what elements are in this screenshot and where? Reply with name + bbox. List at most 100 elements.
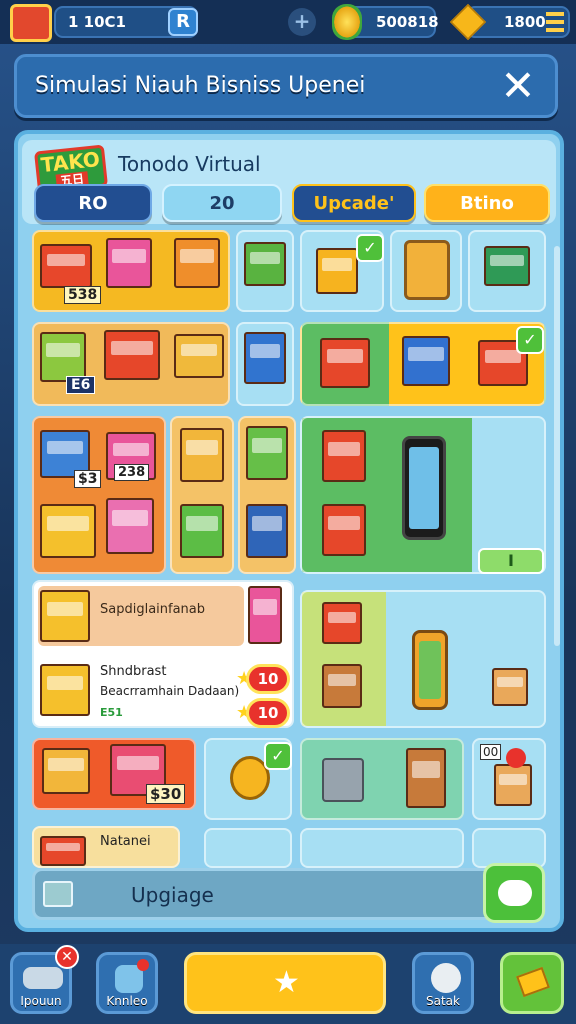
- price-label: $3: [74, 470, 102, 488]
- product-box-icon: [40, 664, 90, 716]
- cost-badge: 10: [246, 664, 290, 694]
- product-box-icon: [322, 602, 362, 644]
- menu-chest-icon[interactable]: [10, 4, 52, 42]
- shop-item-10[interactable]: [170, 416, 234, 574]
- tab-ro[interactable]: RO: [34, 184, 152, 222]
- shop-item-13[interactable]: [300, 590, 546, 728]
- product-box-icon: [244, 332, 286, 384]
- product-box-icon: [322, 504, 366, 556]
- tab-20[interactable]: 20: [162, 184, 282, 222]
- shop-item-7[interactable]: [236, 322, 294, 406]
- product-box-icon: [40, 244, 92, 288]
- shop-item-9[interactable]: $3 238: [32, 416, 166, 574]
- product-box-icon: [322, 430, 366, 482]
- resource-counter-2-value: 500818: [376, 13, 439, 31]
- upgrade-card[interactable]: Sapdiglainfanab Shndbrast Beacrramhain D…: [32, 580, 294, 728]
- note-label: Natanei: [100, 834, 151, 849]
- check-icon: ✓: [264, 742, 292, 770]
- shop-item-14[interactable]: $30: [32, 738, 196, 810]
- tablet-icon: [404, 240, 450, 300]
- shop-item-5[interactable]: [468, 230, 546, 312]
- shop-item-21[interactable]: [472, 828, 546, 868]
- star-icon: ★: [273, 965, 300, 1000]
- nav-label: Knnleo: [106, 994, 148, 1008]
- notification-dot-icon: [137, 959, 149, 971]
- product-box-icon: [40, 504, 96, 558]
- card-title: Sapdiglainfanab: [100, 602, 206, 617]
- shop-item-3[interactable]: ✓: [300, 230, 384, 312]
- shop-item-4[interactable]: [390, 230, 462, 312]
- product-box-icon: [248, 586, 282, 644]
- cat-icon: [431, 963, 461, 993]
- product-box-icon: [40, 836, 86, 866]
- close-icon[interactable]: ✕: [495, 63, 541, 109]
- close-badge-icon: ✕: [55, 945, 79, 969]
- bottom-nav: ✕ Ipouun Knnleo ★ Satak: [0, 944, 576, 1024]
- check-icon: ✓: [516, 326, 544, 354]
- shop-item-12[interactable]: I: [300, 416, 546, 574]
- cart-icon: [322, 758, 364, 802]
- product-box-icon: [494, 764, 532, 806]
- nav-satak[interactable]: Satak: [412, 952, 474, 1014]
- alert-dot-icon: [506, 748, 526, 768]
- shop-item-8[interactable]: ✓: [300, 322, 546, 406]
- product-box-icon: [106, 498, 154, 554]
- page-title: Simulasi Niauh Bisniss Upenei: [35, 73, 366, 98]
- price-label: E6: [66, 376, 96, 394]
- product-box-icon: [42, 748, 90, 794]
- coin-stack-icon: [332, 4, 362, 40]
- tag-icon: [516, 966, 550, 998]
- upgrade-label: Upgiage: [131, 883, 214, 907]
- product-box-icon: [104, 330, 160, 380]
- product-box-icon: [180, 428, 224, 482]
- shop-item-1[interactable]: 538: [32, 230, 230, 312]
- product-box-icon: [180, 504, 224, 558]
- shop-item-6[interactable]: E6: [32, 322, 230, 406]
- nav-tag-button[interactable]: [500, 952, 564, 1014]
- nav-knnleo[interactable]: Knnleo: [96, 952, 158, 1014]
- window-header: Simulasi Niauh Bisniss Upenei ✕: [14, 54, 558, 118]
- scrollbar[interactable]: [554, 246, 560, 646]
- product-box-icon: [402, 336, 450, 386]
- mini-button[interactable]: I: [478, 548, 544, 574]
- shop-item-20[interactable]: [300, 828, 464, 868]
- smartphone-icon: [402, 436, 446, 540]
- add-plus-icon[interactable]: +: [288, 8, 316, 36]
- card-line-1: Shndbrast: [100, 664, 167, 679]
- upgrade-bar[interactable]: Upgiage: [32, 863, 546, 923]
- price-label: $30: [146, 784, 186, 804]
- brand-name: Tonodo Virtual: [118, 152, 261, 176]
- zero-tag: 00: [480, 744, 502, 760]
- shop-item-2[interactable]: [236, 230, 294, 312]
- product-box-icon: [174, 238, 220, 288]
- price-label: 538: [64, 286, 102, 304]
- cost-badge: 10: [246, 698, 290, 728]
- shop-item-17[interactable]: 00: [472, 738, 546, 820]
- tab-upgrade[interactable]: Upcade': [292, 184, 416, 222]
- upgrade-action-button[interactable]: [483, 863, 545, 923]
- hamburger-menu-icon[interactable]: [546, 12, 564, 32]
- nav-label: Satak: [426, 994, 460, 1008]
- nav-ipouun[interactable]: ✕ Ipouun: [10, 945, 79, 1014]
- resource-counter-1-value: 1 10C1: [68, 13, 126, 31]
- shop-item-18[interactable]: Natanei: [32, 826, 180, 868]
- product-box-icon: [492, 668, 528, 706]
- shop-item-11[interactable]: [238, 416, 296, 574]
- product-box-icon: [246, 426, 288, 480]
- card-line-2: Beacrramhain Dadaan): [100, 684, 240, 698]
- product-box-icon: [322, 664, 362, 708]
- product-box-icon: [40, 590, 90, 642]
- product-box-icon: [316, 248, 358, 294]
- tab-btino[interactable]: Btino: [424, 184, 550, 222]
- product-box-icon: [320, 338, 370, 388]
- nav-label: Ipouun: [20, 994, 62, 1008]
- r-button[interactable]: R: [168, 8, 198, 36]
- nav-center-star[interactable]: ★: [184, 952, 386, 1014]
- shop-item-16[interactable]: [300, 738, 464, 820]
- product-box-icon: [484, 246, 530, 286]
- store-panel: TAKO 五日 Tonodo Virtual RO 20 Upcade' Bti…: [14, 130, 564, 932]
- shop-item-19[interactable]: [204, 828, 292, 868]
- product-box-icon: [244, 242, 286, 286]
- shop-item-15[interactable]: ✓: [204, 738, 292, 820]
- price-label: 238: [114, 464, 150, 481]
